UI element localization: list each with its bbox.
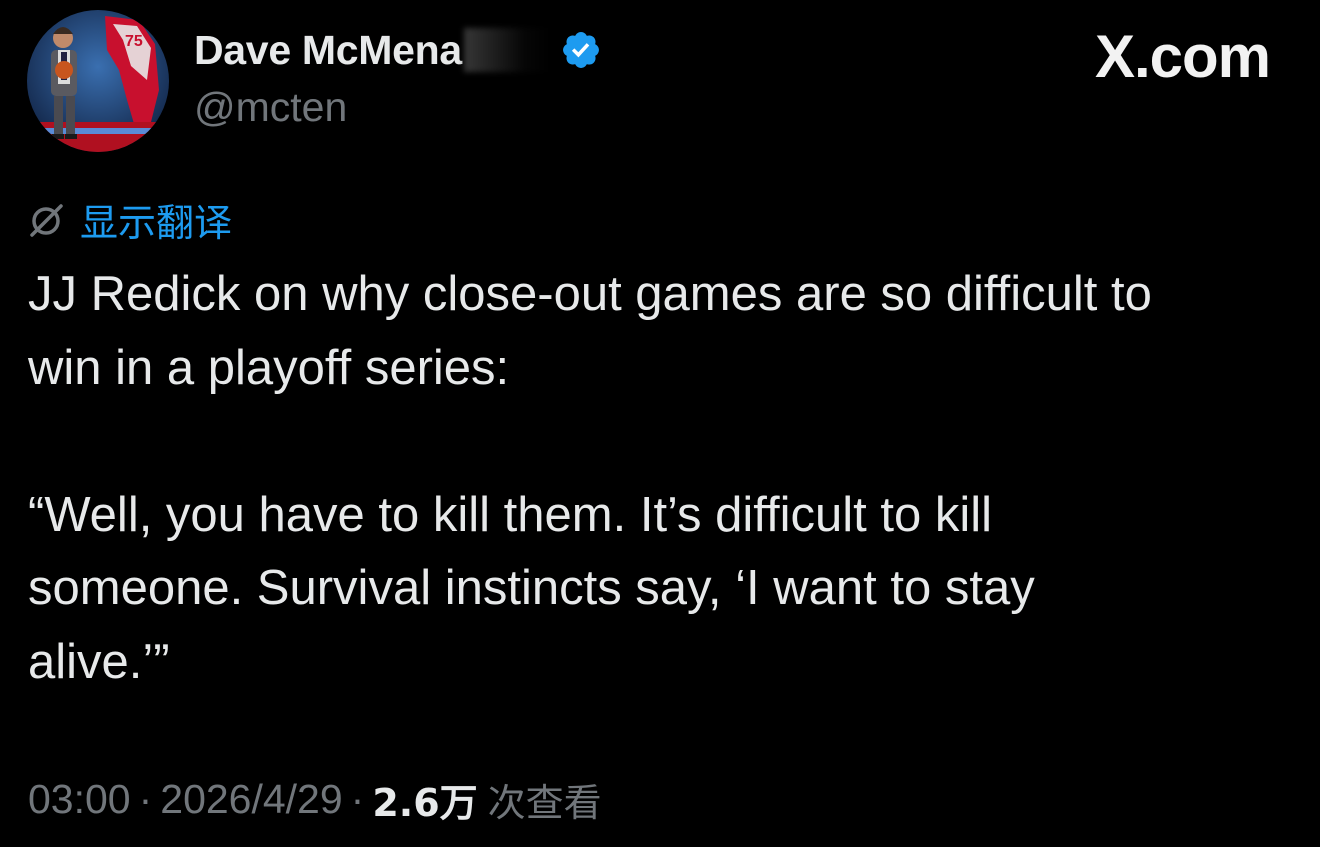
- tweet-text: JJ Redick on why close-out games are so …: [28, 258, 1293, 699]
- tweet-time[interactable]: 03:00: [28, 776, 131, 823]
- tweet-line: someone. Survival instincts say, ‘I want…: [28, 561, 1035, 615]
- tweet-date[interactable]: 2026/4/29: [160, 776, 342, 823]
- views-label: 次查看: [487, 781, 602, 825]
- tweet-line-blank: [28, 405, 1293, 479]
- meta-separator: ·: [350, 776, 365, 822]
- author-name-row[interactable]: Dave McMena: [194, 24, 602, 76]
- avatar[interactable]: 75: [27, 10, 169, 152]
- views-count[interactable]: 2.6万: [372, 772, 477, 827]
- tweet-line: JJ Redick on why close-out games are so …: [28, 267, 1152, 321]
- show-translation-label: 显示翻译: [80, 201, 233, 245]
- author-handle[interactable]: @mcten: [194, 84, 347, 131]
- verified-badge-icon: [562, 32, 599, 68]
- show-translation-button[interactable]: 显示翻译: [26, 192, 232, 247]
- avatar-image: 75: [27, 10, 169, 152]
- author-display-name[interactable]: Dave McMena: [194, 27, 462, 74]
- tweet-line: “Well, you have to kill them. It’s diffi…: [28, 487, 993, 542]
- tweet-line: alive.’”: [28, 634, 170, 689]
- tweet-meta: 03:00 · 2026/4/29 · 2.6万 次查看: [28, 772, 602, 827]
- translate-off-icon: [30, 203, 63, 237]
- svg-text:75: 75: [125, 33, 143, 50]
- redaction-blur: [463, 28, 550, 72]
- site-logo: X.com: [1094, 23, 1271, 90]
- meta-separator: ·: [138, 776, 153, 822]
- tweet-line: win in a playoff series:: [28, 340, 510, 395]
